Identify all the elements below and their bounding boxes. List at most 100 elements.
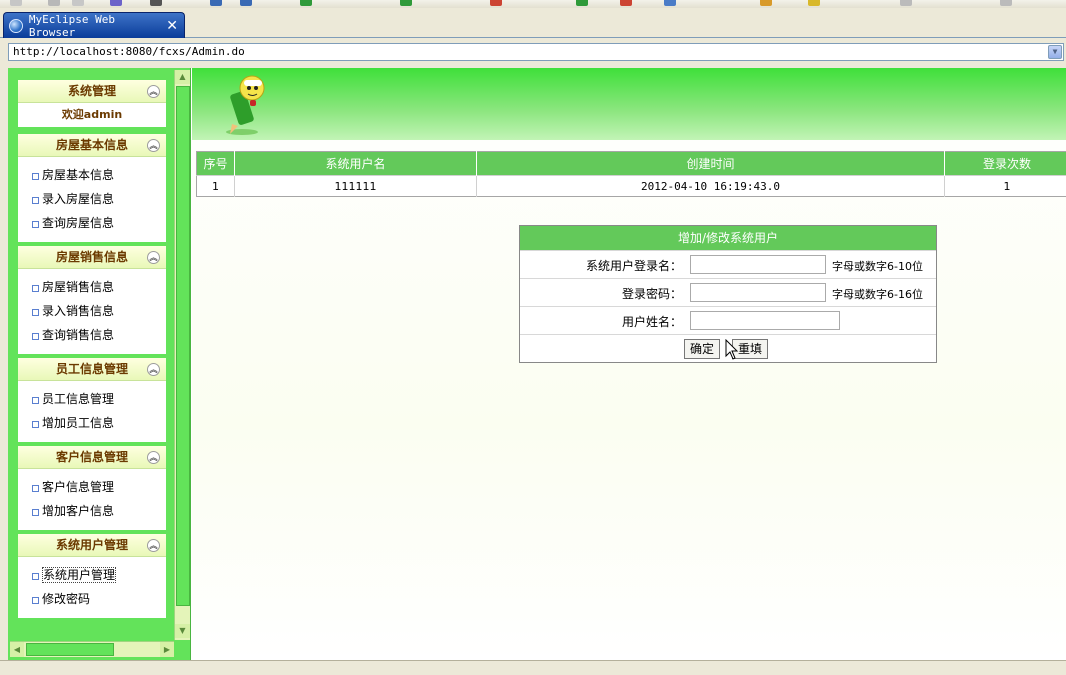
header-banner <box>192 68 1066 140</box>
form-title: 增加/修改系统用户 <box>520 226 936 250</box>
toolbar-icon[interactable] <box>10 0 22 6</box>
sidebar-item-add-customer[interactable]: 增加客户信息 <box>18 499 166 523</box>
close-icon[interactable]: ✕ <box>166 18 178 34</box>
confirm-button[interactable]: 确定 <box>684 339 721 359</box>
browser-tab[interactable]: MyEclipse Web Browser ✕ <box>3 12 185 39</box>
scroll-thumb[interactable] <box>176 86 190 606</box>
left-menu-frame: 系统管理 ︽ 欢迎admin 房屋基本信息 ︽ 房屋基本信息 录入房屋信息 查询… <box>8 68 191 660</box>
cell-username: 111111 <box>234 175 477 197</box>
sidebar-item-employee-info[interactable]: 员工信息管理 <box>18 387 166 411</box>
address-input[interactable]: http://localhost:8080/fcxs/Admin.do ▼ <box>8 43 1064 61</box>
toolbar-icon[interactable] <box>576 0 588 6</box>
panel-title: 系统用户管理 <box>55 538 128 552</box>
cell-login-count: 1 <box>944 175 1066 197</box>
panel-header[interactable]: 员工信息管理 ︽ <box>18 358 166 381</box>
column-header-created: 创建时间 <box>476 151 945 176</box>
sidebar-item-system-user-management[interactable]: 系统用户管理 <box>18 563 166 587</box>
status-bar <box>0 660 1066 675</box>
user-fullname-row: 用户姓名： <box>520 306 936 333</box>
collapse-icon[interactable]: ︽ <box>147 363 160 376</box>
login-name-hint: 字母或数字6-10位 <box>832 260 923 273</box>
panel-employee-info: 员工信息管理 ︽ 员工信息管理 增加员工信息 <box>18 358 166 442</box>
toolbar-icon[interactable] <box>808 0 820 6</box>
panel-title: 员工信息管理 <box>55 362 128 376</box>
panel-header[interactable]: 房屋基本信息 ︽ <box>18 134 166 157</box>
collapse-icon[interactable]: ︽ <box>147 139 160 152</box>
panel-title: 房屋基本信息 <box>55 138 128 152</box>
pencil-mascot-icon <box>226 75 265 135</box>
panel-house-sales-info: 房屋销售信息 ︽ 房屋销售信息 录入销售信息 查询销售信息 <box>18 246 166 354</box>
sidebar-item-house-basic-info[interactable]: 房屋基本信息 <box>18 163 166 187</box>
toolbar-icon[interactable] <box>1000 0 1012 6</box>
column-header-username: 系统用户名 <box>234 151 477 176</box>
panel-header[interactable]: 系统管理 ︽ <box>18 80 166 103</box>
panel-title: 客户信息管理 <box>55 450 128 464</box>
horizontal-scrollbar[interactable]: ◀ ▶ <box>10 641 174 657</box>
toolbar-icon[interactable] <box>400 0 412 6</box>
collapse-icon[interactable]: ︽ <box>147 85 160 98</box>
scroll-down-icon[interactable]: ▼ <box>175 624 190 638</box>
toolbar-icon[interactable] <box>620 0 632 6</box>
password-hint: 字母或数字6-16位 <box>832 288 923 301</box>
cell-created: 2012-04-10 16:19:43.0 <box>476 175 945 197</box>
login-name-label: 系统用户登录名： <box>585 259 682 273</box>
toolbar-icon[interactable] <box>72 0 84 6</box>
sidebar-item-add-house-info[interactable]: 录入房屋信息 <box>18 187 166 211</box>
sidebar-item-add-employee[interactable]: 增加员工信息 <box>18 411 166 435</box>
globe-icon <box>9 18 23 33</box>
scroll-thumb[interactable] <box>26 643 114 656</box>
password-label: 登录密码： <box>621 287 682 301</box>
user-fullname-input[interactable] <box>690 311 840 330</box>
collapse-icon[interactable]: ︽ <box>147 251 160 264</box>
panel-system-user: 系统用户管理 ︽ 系统用户管理 修改密码 <box>18 534 166 618</box>
login-name-input[interactable] <box>690 255 826 274</box>
mouse-cursor-icon <box>725 339 739 360</box>
panel-customer-info: 客户信息管理 ︽ 客户信息管理 增加客户信息 <box>18 446 166 530</box>
toolbar-icon[interactable] <box>48 0 60 6</box>
collapse-icon[interactable]: ︽ <box>147 539 160 552</box>
sidebar-item-change-password[interactable]: 修改密码 <box>18 587 166 611</box>
collapse-icon[interactable]: ︽ <box>147 451 160 464</box>
panel-house-basic-info: 房屋基本信息 ︽ 房屋基本信息 录入房屋信息 查询房屋信息 <box>18 134 166 242</box>
sidebar-item-query-house-info[interactable]: 查询房屋信息 <box>18 211 166 235</box>
user-edit-form: 增加/修改系统用户 系统用户登录名： 字母或数字6-10位 登录密码： 字母或数… <box>519 225 937 363</box>
password-input[interactable] <box>690 283 826 302</box>
panel-header[interactable]: 房屋销售信息 ︽ <box>18 246 166 269</box>
toolbar-icon[interactable] <box>300 0 312 6</box>
sidebar-item-add-sales-info[interactable]: 录入销售信息 <box>18 299 166 323</box>
address-bar: http://localhost:8080/fcxs/Admin.do ▼ <box>0 38 1066 66</box>
panel-title: 房屋销售信息 <box>55 250 128 264</box>
sidebar-item-house-sales-info[interactable]: 房屋销售信息 <box>18 275 166 299</box>
browser-content: 系统管理 ︽ 欢迎admin 房屋基本信息 ︽ 房屋基本信息 录入房屋信息 查询… <box>8 68 1066 660</box>
table-row[interactable]: 1 111111 2012-04-10 16:19:43.0 1 <box>196 175 1066 197</box>
scroll-right-icon[interactable]: ▶ <box>160 642 174 657</box>
toolbar-icon[interactable] <box>240 0 252 6</box>
panel-header[interactable]: 客户信息管理 ︽ <box>18 446 166 469</box>
toolbar-icon[interactable] <box>664 0 676 6</box>
address-url: http://localhost:8080/fcxs/Admin.do <box>13 45 245 58</box>
toolbar-icon[interactable] <box>150 0 162 6</box>
sidebar-item-query-sales-info[interactable]: 查询销售信息 <box>18 323 166 347</box>
login-name-row: 系统用户登录名： 字母或数字6-10位 <box>520 250 936 277</box>
tab-title: MyEclipse Web Browser <box>28 12 115 39</box>
vertical-scrollbar[interactable]: ▲ ▼ <box>174 70 190 640</box>
toolbar-icon[interactable] <box>110 0 122 6</box>
chevron-down-icon[interactable]: ▼ <box>1048 45 1062 59</box>
system-user-table: 序号 系统用户名 创建时间 登录次数 1 111111 2012-04-10 1… <box>196 151 1066 197</box>
welcome-text: 欢迎admin <box>61 108 123 121</box>
toolbar-icon[interactable] <box>900 0 912 6</box>
password-row: 登录密码： 字母或数字6-16位 <box>520 278 936 305</box>
sidebar-item-customer-info[interactable]: 客户信息管理 <box>18 475 166 499</box>
main-frame: 序号 系统用户名 创建时间 登录次数 1 111111 2012-04-10 1… <box>192 68 1066 660</box>
panel-title: 系统管理 <box>67 84 116 98</box>
toolbar-icon[interactable] <box>210 0 222 6</box>
cell-index: 1 <box>196 175 235 197</box>
panel-system-management: 系统管理 ︽ 欢迎admin <box>18 80 166 127</box>
editor-tab-bar: MyEclipse Web Browser ✕ <box>0 8 1066 39</box>
panel-header[interactable]: 系统用户管理 ︽ <box>18 534 166 557</box>
scroll-left-icon[interactable]: ◀ <box>10 642 24 657</box>
toolbar-icon[interactable] <box>490 0 502 6</box>
ide-toolbar <box>0 0 1066 8</box>
scroll-up-icon[interactable]: ▲ <box>175 70 190 84</box>
toolbar-icon[interactable] <box>760 0 772 6</box>
